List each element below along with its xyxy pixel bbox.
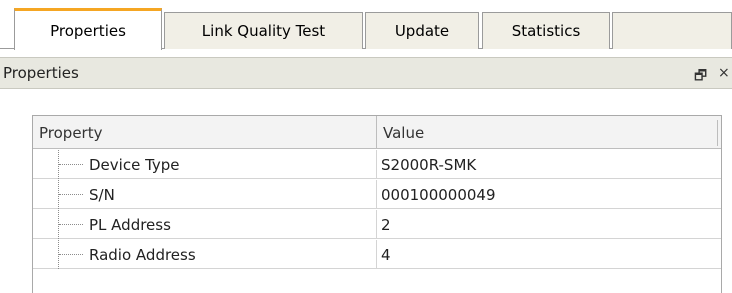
column-header-value[interactable]: Value [377,116,717,149]
property-value: S2000R-SMK [381,155,477,174]
table-row[interactable]: S/N 000100000049 [33,180,721,209]
property-name: PL Address [33,210,377,239]
restore-icon[interactable]: 🗗 [694,65,707,89]
panel-header: Properties 🗗 × [0,57,732,89]
table-row[interactable]: Device Type S2000R-SMK [33,150,721,179]
table-row[interactable]: Radio Address 4 [33,240,721,269]
close-icon[interactable]: × [718,65,730,81]
property-value: 4 [381,245,391,264]
tab-update[interactable]: Update [365,12,479,49]
tab-strip: Properties Link Quality Test Update Stat… [0,0,732,50]
column-divider[interactable] [717,120,718,146]
tab-statistics[interactable]: Statistics [482,12,610,49]
property-grid: Property Value Device Type S2000R-SMK S/… [32,115,722,293]
tab-strip-filler [612,12,732,49]
tab-properties[interactable]: Properties [14,8,162,50]
table-row[interactable]: PL Address 2 [33,210,721,239]
property-name: Radio Address [33,240,377,269]
tab-link-quality-test[interactable]: Link Quality Test [164,12,363,49]
property-value: 2 [381,215,391,234]
grid-header: Property Value [33,116,721,149]
property-name: S/N [33,180,377,209]
property-name: Device Type [33,150,377,179]
panel-title: Properties [3,64,79,82]
property-value: 000100000049 [381,185,496,204]
column-header-property[interactable]: Property [33,116,377,149]
